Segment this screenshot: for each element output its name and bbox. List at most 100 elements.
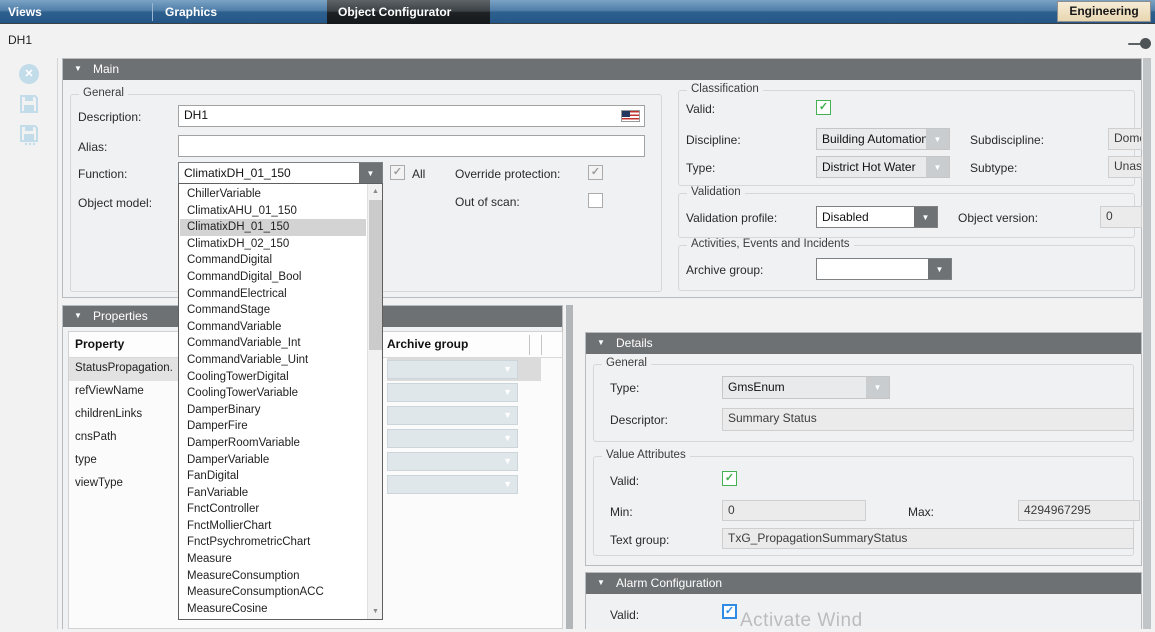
subdiscipline-label: Subdiscipline:	[970, 133, 1044, 147]
groupbox-legend: Value Attributes	[602, 449, 690, 461]
property-column-header[interactable]: Property	[75, 337, 124, 351]
dropdown-item[interactable]: CommandElectrical	[180, 286, 366, 303]
chevron-down-icon: ▼	[926, 129, 949, 149]
archive-group-cell-combobox[interactable]: ▼	[387, 429, 518, 448]
value-valid-checkbox[interactable]: ✓	[722, 471, 737, 486]
alias-input[interactable]	[178, 135, 645, 157]
dropdown-item[interactable]: FanDigital	[180, 468, 366, 485]
dropdown-item[interactable]: FanVariable	[180, 485, 366, 502]
out-of-scan-checkbox[interactable]	[588, 193, 603, 208]
tab-object-configurator[interactable]: Object Configurator	[327, 0, 490, 24]
archive-group-cell-combobox[interactable]: ▼	[387, 360, 518, 379]
scroll-up-icon[interactable]: ▲	[368, 184, 383, 199]
panel-splitter[interactable]	[566, 305, 573, 629]
max-label: Max:	[908, 505, 934, 519]
chevron-down-icon: ▼	[914, 207, 937, 227]
property-name-cell[interactable]: cnsPath	[69, 427, 181, 450]
discipline-label: Discipline:	[686, 133, 741, 147]
save-as-icon[interactable]	[19, 124, 39, 146]
chevron-down-icon: ▼	[503, 387, 512, 397]
column-divider[interactable]	[529, 335, 530, 355]
dropdown-item[interactable]: FnctPsychrometricChart	[180, 534, 366, 551]
groupbox-legend: General	[602, 357, 651, 369]
dropdown-item[interactable]: CommandStage	[180, 302, 366, 319]
property-name-cell[interactable]: type	[69, 450, 181, 473]
archive-group-cell-combobox[interactable]: ▼	[387, 406, 518, 425]
dropdown-item[interactable]: DamperVariable	[180, 452, 366, 469]
dropdown-item[interactable]: MeasureConsumption	[180, 568, 366, 585]
dropdown-item[interactable]: ClimatixDH_02_150	[180, 236, 366, 253]
override-protection-label: Override protection:	[455, 167, 560, 181]
archive-group-cell-combobox[interactable]: ▼	[387, 383, 518, 402]
dropdown-item[interactable]: ClimatixDH_01_150	[180, 219, 366, 236]
section-title: Alarm Configuration	[616, 576, 722, 590]
property-name-cell[interactable]: refViewName	[69, 381, 181, 404]
dropdown-item[interactable]: ChillerVariable	[180, 186, 366, 203]
save-icon[interactable]	[19, 94, 39, 114]
subdiscipline-combobox[interactable]: Dome	[1108, 128, 1142, 150]
function-combobox[interactable]: ClimatixDH_01_150 ▼	[178, 162, 383, 184]
override-protection-checkbox[interactable]: ✓	[588, 165, 603, 180]
dropdown-item[interactable]: CoolingTowerDigital	[180, 369, 366, 386]
descriptor-field[interactable]: Summary Status	[722, 408, 1134, 431]
details-section-header[interactable]: ▼ Details	[586, 333, 1141, 354]
dropdown-item[interactable]: CoolingTowerVariable	[180, 385, 366, 402]
tab-views[interactable]: Views	[8, 5, 42, 19]
archive-group-column-header[interactable]: Archive group	[387, 337, 468, 351]
type-combobox[interactable]: District Hot Water ▼	[816, 156, 950, 178]
groupbox-legend: Activities, Events and Incidents	[687, 238, 854, 250]
column-divider[interactable]	[541, 335, 542, 355]
description-input[interactable]: DH1	[178, 105, 645, 127]
dropdown-item[interactable]: FnctMollierChart	[180, 518, 366, 535]
dropdown-scrollbar[interactable]: ▲ ▼	[367, 184, 382, 619]
dropdown-item[interactable]: ClimatixAHU_01_150	[180, 203, 366, 220]
discipline-combobox[interactable]: Building Automation ▼	[816, 128, 950, 150]
value-valid-label: Valid:	[610, 474, 639, 488]
dropdown-item[interactable]: Measure	[180, 551, 366, 568]
tab-graphics[interactable]: Graphics	[165, 5, 217, 19]
dropdown-item[interactable]: DamperRoomVariable	[180, 435, 366, 452]
scroll-down-icon[interactable]: ▼	[368, 604, 383, 619]
validation-profile-combobox[interactable]: Disabled ▼	[816, 206, 938, 228]
classification-valid-checkbox[interactable]: ✓	[816, 100, 831, 115]
object-version-field[interactable]: 0	[1100, 206, 1142, 228]
auto-hide-handle[interactable]	[1140, 38, 1151, 49]
alarm-section-header[interactable]: ▼ Alarm Configuration	[586, 573, 1141, 594]
archive-group-combobox[interactable]: ▼	[816, 258, 952, 280]
details-type-combobox[interactable]: GmsEnum ▼	[722, 376, 890, 399]
top-tab-bar: Views Graphics Object Configurator Engin…	[0, 0, 1155, 24]
archive-group-cell-combobox[interactable]: ▼	[387, 452, 518, 471]
chevron-down-icon: ▼	[503, 410, 512, 420]
dropdown-item[interactable]: FnctController	[180, 501, 366, 518]
discard-icon[interactable]: ✕	[19, 64, 39, 84]
valid-label: Valid:	[686, 102, 715, 116]
chevron-down-icon: ▼	[503, 433, 512, 443]
property-name-cell[interactable]: viewType	[69, 473, 181, 496]
all-checkbox[interactable]: ✓	[390, 165, 405, 180]
dropdown-item[interactable]: CommandVariable_Uint	[180, 352, 366, 369]
engineering-mode-button[interactable]: Engineering	[1057, 1, 1151, 22]
property-name-cell[interactable]: childrenLinks	[69, 404, 181, 427]
dropdown-item[interactable]: MeasureConsumptionACC	[180, 584, 366, 601]
dropdown-item[interactable]: CommandVariable	[180, 319, 366, 336]
chevron-down-icon: ▼	[503, 364, 512, 374]
dropdown-item[interactable]: CommandDigital	[180, 252, 366, 269]
subtype-combobox[interactable]: Unass	[1108, 156, 1142, 178]
dropdown-item[interactable]: DamperFire	[180, 418, 366, 435]
property-name-cell[interactable]: StatusPropagation.	[69, 358, 181, 381]
object-version-label: Object version:	[958, 211, 1038, 225]
archive-group-cell-combobox[interactable]: ▼	[387, 475, 518, 494]
dropdown-item[interactable]: MeasureCosine	[180, 601, 366, 618]
scrollbar-thumb[interactable]	[369, 200, 382, 350]
main-section-header[interactable]: ▼ Main	[63, 59, 1141, 80]
dropdown-item[interactable]: CommandDigital_Bool	[180, 269, 366, 286]
dropdown-item[interactable]: DamperBinary	[180, 402, 366, 419]
tab-separator	[152, 3, 153, 21]
dropdown-item[interactable]: CommandVariable_Int	[180, 335, 366, 352]
out-of-scan-label: Out of scan:	[455, 195, 520, 209]
alarm-valid-checkbox[interactable]: ✓	[722, 604, 737, 619]
text-group-field[interactable]: TxG_PropagationSummaryStatus	[722, 528, 1134, 549]
max-field[interactable]: 4294967295	[1018, 500, 1140, 521]
section-title: Main	[93, 62, 119, 76]
min-field[interactable]: 0	[722, 500, 866, 521]
